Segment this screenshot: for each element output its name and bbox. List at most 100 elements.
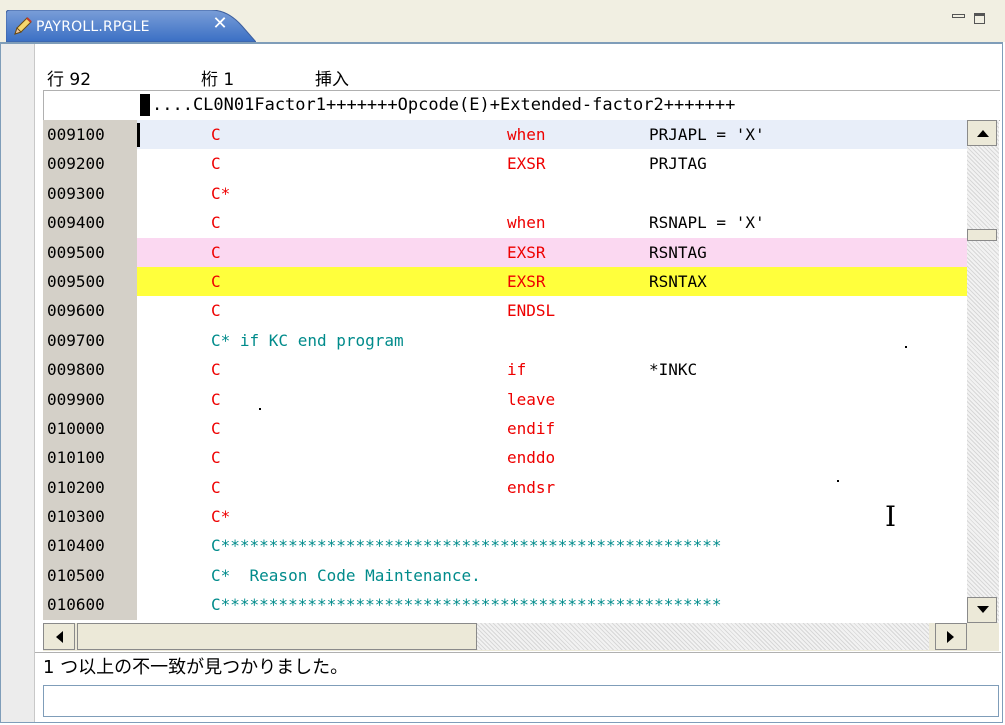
editor-frame: 行 92 桁 1 挿入 ....CL0N01Factor1+++++++Opco…	[0, 42, 1003, 723]
format-ruler: ....CL0N01Factor1+++++++Opcode(E)+Extend…	[43, 90, 1000, 121]
factor2: RSNTAX	[649, 271, 707, 291]
code-line[interactable]: 009700 C* if KC end program	[43, 325, 967, 356]
scroll-down-button[interactable]	[967, 597, 997, 623]
source-code-area[interactable]: 009100 Cwhen PRJAPL = 'X' 009200 C EXSR PRJTAG…	[43, 120, 967, 623]
editor-tab[interactable]: PAYROLL.RPGLE ✕	[6, 10, 256, 42]
spec-type: C	[211, 477, 221, 497]
sequence-number: 009900	[43, 384, 137, 414]
code-line[interactable]: 009100 Cwhen PRJAPL = 'X'	[43, 120, 967, 150]
command-input[interactable]	[43, 685, 999, 717]
left-gutter	[1, 44, 35, 722]
horizontal-scroll-thumb[interactable]	[77, 623, 477, 650]
sequence-number: 009200	[43, 149, 137, 179]
cursor-status-row: 行 92 桁 1 挿入	[35, 44, 1001, 90]
horizontal-scroll-track[interactable]	[477, 623, 929, 650]
spec-type: C	[211, 242, 221, 262]
spec-type: C	[211, 271, 221, 291]
code-line[interactable]: 010600 C*********************************…	[43, 590, 967, 620]
line-indicator: 行 92	[47, 70, 92, 90]
text-caret	[137, 123, 140, 147]
sequence-number: 009800	[43, 355, 137, 385]
spec-type: C	[211, 360, 221, 380]
code-line[interactable]: 010200 Cendsr	[43, 472, 967, 503]
opcode: leave	[507, 389, 556, 409]
spec-type: C	[211, 389, 221, 409]
ruler-cursor	[140, 94, 150, 116]
window-controls	[945, 10, 991, 30]
spec-type: C	[211, 213, 221, 233]
spec-type: C*	[211, 183, 231, 203]
spec-type: C	[211, 301, 221, 321]
spec-type: C	[211, 125, 221, 144]
maximize-icon[interactable]	[971, 10, 989, 28]
factor2: PRJAPL = 'X'	[649, 125, 765, 144]
line-highlight	[137, 120, 967, 150]
opcode: when	[507, 213, 546, 233]
opcode: EXSR	[507, 271, 546, 291]
message-line: 1 つ以上の不一致が見つかりました。	[35, 652, 1001, 682]
factor2: RSNTAG	[649, 242, 707, 262]
code-line[interactable]: 010000 Cendif	[43, 413, 967, 444]
arrow-left-icon	[56, 631, 63, 643]
scrollbar-corner	[967, 623, 999, 651]
scroll-right-button[interactable]	[935, 623, 967, 650]
column-indicator: 桁 1	[201, 70, 235, 90]
spec-type: C* if KC end program	[211, 330, 404, 350]
factor2: *INKC	[649, 360, 698, 380]
line-highlight	[137, 237, 967, 267]
opcode: when	[507, 125, 546, 144]
spec-type: C***************************************…	[211, 536, 722, 556]
opcode: if	[507, 360, 527, 380]
opcode: EXSR	[507, 242, 546, 262]
factor2: RSNAPL = 'X'	[649, 213, 765, 233]
stray-pixel	[837, 480, 839, 482]
line-highlight	[137, 266, 967, 297]
opcode: EXSR	[507, 154, 546, 174]
code-line[interactable]: 009200 C EXSR PRJTAG	[43, 149, 967, 179]
vertical-scroll-thumb[interactable]	[967, 229, 997, 241]
opcode: endif	[507, 418, 556, 438]
code-line[interactable]: 009500 C EXSR RSNTAG	[43, 237, 967, 267]
sequence-number: 010100	[43, 443, 137, 473]
sequence-number: 010600	[43, 590, 137, 620]
pencil-icon	[12, 15, 34, 37]
spec-type: C	[211, 448, 221, 468]
code-line[interactable]: 010100 Cenddo	[43, 443, 967, 473]
minimize-icon[interactable]	[949, 10, 967, 28]
code-line[interactable]: 009400 Cwhen RSNAPL = 'X'	[43, 208, 967, 238]
spec-type: C	[211, 418, 221, 438]
code-line[interactable]: 009900 Cleave	[43, 384, 967, 414]
close-tab-icon[interactable]: ✕	[210, 14, 230, 34]
spec-type: C* Reason Code Maintenance.	[211, 565, 481, 585]
text-cursor-ibeam-icon: I	[885, 500, 897, 533]
spec-type: C*	[211, 507, 231, 527]
sequence-number: 010400	[43, 531, 137, 561]
sequence-number: 010300	[43, 502, 137, 532]
arrow-right-icon	[947, 631, 954, 643]
sequence-number: 009300	[43, 178, 137, 209]
sequence-number: 009600	[43, 296, 137, 326]
code-line[interactable]: 010300 C*	[43, 502, 967, 532]
tab-title: PAYROLL.RPGLE	[36, 19, 150, 35]
code-line[interactable]: 009600 C ENDSL	[43, 296, 967, 326]
vertical-scrollbar[interactable]	[967, 120, 999, 623]
code-line[interactable]: 009800 Cif *INKC	[43, 355, 967, 385]
scroll-up-button[interactable]	[967, 120, 997, 146]
opcode: endsr	[507, 477, 556, 497]
scroll-left-button[interactable]	[43, 623, 75, 650]
code-line[interactable]: 010500 C* Reason Code Maintenance.	[43, 560, 967, 591]
insert-mode-indicator: 挿入	[315, 70, 349, 90]
sequence-number: 010000	[43, 413, 137, 444]
arrow-down-icon	[977, 606, 989, 613]
sequence-number: 009700	[43, 325, 137, 356]
code-line[interactable]: 009300 C*	[43, 178, 967, 209]
factor2: PRJTAG	[649, 154, 707, 174]
ruler-text: ....CL0N01Factor1+++++++Opcode(E)+Extend…	[152, 95, 736, 115]
opcode: enddo	[507, 448, 556, 468]
stray-pixel	[905, 346, 907, 348]
horizontal-scrollbar[interactable]	[43, 623, 967, 651]
code-line[interactable]: 009500 C EXSR RSNTAX	[43, 266, 967, 297]
sequence-number: 010500	[43, 560, 137, 591]
sequence-number: 009400	[43, 208, 137, 238]
code-line[interactable]: 010400 C*********************************…	[43, 531, 967, 561]
